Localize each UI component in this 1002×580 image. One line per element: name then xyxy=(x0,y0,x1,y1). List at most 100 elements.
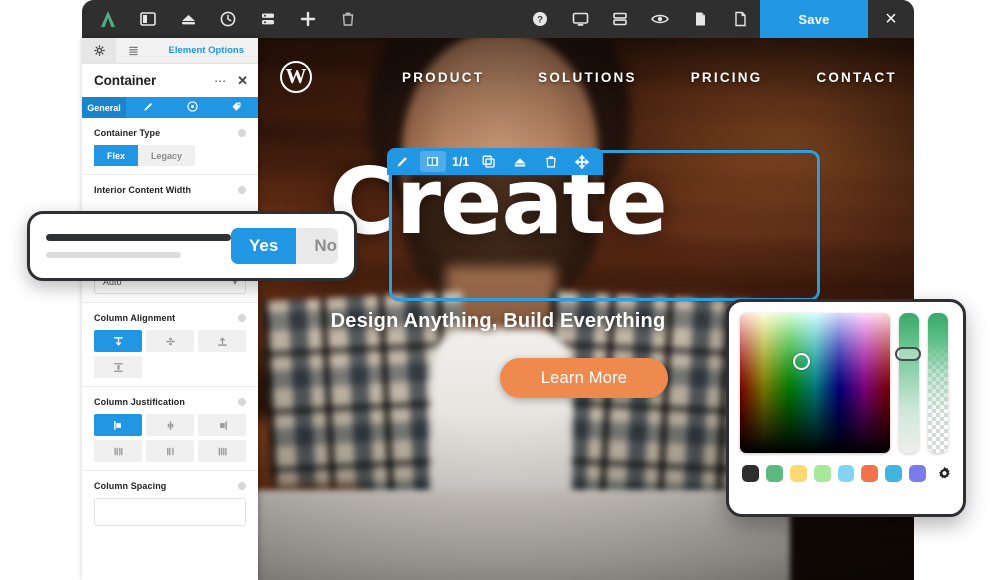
responsive-icon[interactable] xyxy=(560,0,600,38)
color-picker-popup xyxy=(726,299,966,517)
document-icon[interactable] xyxy=(720,0,760,38)
panel-more-icon[interactable]: ⋯ xyxy=(214,75,227,87)
label-column-justification: Column Justification xyxy=(94,397,186,407)
tab-tags[interactable] xyxy=(214,97,258,118)
align-middle-icon[interactable] xyxy=(146,330,194,352)
builder-toolbar: ? Save × xyxy=(82,0,914,38)
align-top-icon[interactable] xyxy=(94,330,142,352)
value-slider[interactable] xyxy=(895,313,921,453)
element-toolbar: 1/1 xyxy=(387,148,603,175)
color-picker-top xyxy=(740,313,952,453)
color-swatches xyxy=(740,465,952,482)
toolbar-left-group xyxy=(82,0,368,38)
element-options-panel: Element Options Container ⋯ ✕ General Co… xyxy=(82,38,258,580)
toggle-yes-button[interactable]: Yes xyxy=(231,228,297,264)
column-spacing-input[interactable] xyxy=(94,498,246,526)
columns-icon[interactable] xyxy=(600,0,640,38)
nav-item-contact[interactable]: CONTACT xyxy=(816,70,896,85)
nav-item-product[interactable]: PRODUCT xyxy=(402,70,484,85)
container-type-flex[interactable]: Flex xyxy=(94,145,139,166)
add-element-icon[interactable] xyxy=(288,0,328,38)
swatch-2[interactable] xyxy=(789,465,807,482)
save-button[interactable]: Save xyxy=(760,0,868,38)
panel-header-actions: ⋯ ✕ xyxy=(214,73,248,89)
swatch-0[interactable] xyxy=(742,465,759,482)
layers-icon[interactable] xyxy=(248,0,288,38)
preview-eye-icon[interactable] xyxy=(640,0,680,38)
swatch-3[interactable] xyxy=(813,465,831,482)
trash-icon[interactable] xyxy=(328,0,368,38)
brand-logo-icon[interactable] xyxy=(88,0,128,38)
panel-header: Container ⋯ ✕ xyxy=(82,64,258,97)
justify-start-icon[interactable] xyxy=(94,414,142,436)
section-container-type: Container Type Flex Legacy xyxy=(82,118,258,175)
column-alignment-buttons xyxy=(94,330,246,378)
nav-item-solutions[interactable]: SOLUTIONS xyxy=(538,70,637,85)
align-stretch-icon[interactable] xyxy=(94,356,142,378)
panel-title: Container xyxy=(94,73,157,88)
alpha-slider[interactable] xyxy=(928,313,948,453)
tab-extras[interactable] xyxy=(170,97,214,118)
screenshot-root: ? Save × W PRODUCT SOLUTIONS PRICING CON… xyxy=(0,0,1002,580)
column-justification-buttons xyxy=(94,414,246,462)
justify-evenly-icon[interactable] xyxy=(198,440,246,462)
magnified-toggle-callout: Yes No xyxy=(27,211,357,281)
page-icon[interactable] xyxy=(680,0,720,38)
justify-center-icon[interactable] xyxy=(146,414,194,436)
swatch-4[interactable] xyxy=(837,465,855,482)
tab-general[interactable]: General xyxy=(82,97,126,118)
swatch-7[interactable] xyxy=(909,465,926,482)
close-icon[interactable]: × xyxy=(868,0,914,38)
callout-placeholder-text xyxy=(46,234,231,258)
label-column-spacing: Column Spacing xyxy=(94,481,167,491)
justify-around-icon[interactable] xyxy=(146,440,194,462)
tag-icon xyxy=(231,99,242,117)
gear-icon[interactable] xyxy=(82,38,116,63)
list-icon[interactable] xyxy=(116,38,150,63)
info-icon[interactable] xyxy=(238,398,246,406)
info-icon[interactable] xyxy=(238,129,246,137)
nav-item-pricing[interactable]: PRICING xyxy=(691,70,763,85)
value-slider-handle[interactable] xyxy=(895,347,921,361)
info-icon[interactable] xyxy=(238,314,246,322)
svg-text:?: ? xyxy=(537,15,543,26)
wordpress-logo-icon[interactable]: W xyxy=(280,61,312,93)
help-icon[interactable]: ? xyxy=(520,0,560,38)
justify-end-icon[interactable] xyxy=(198,414,246,436)
move-icon[interactable] xyxy=(566,148,597,175)
delete-element-icon[interactable] xyxy=(535,148,566,175)
edit-pencil-icon[interactable] xyxy=(387,148,418,175)
align-bottom-icon[interactable] xyxy=(198,330,246,352)
callout-bar-primary xyxy=(46,234,231,241)
save-element-icon[interactable] xyxy=(504,148,535,175)
tab-general-label: General xyxy=(87,102,121,113)
saturation-value-area[interactable] xyxy=(740,313,890,453)
library-icon[interactable] xyxy=(168,0,208,38)
swatch-5[interactable] xyxy=(861,465,879,482)
panel-body: Container Type Flex Legacy Interior Cont… xyxy=(82,118,258,544)
swatch-1[interactable] xyxy=(765,465,783,482)
toolbar-right-group: ? Save × xyxy=(520,0,914,38)
label-column-alignment: Column Alignment xyxy=(94,313,176,323)
element-options-label: Element Options xyxy=(168,45,244,56)
label-interior-content-width: Interior Content Width xyxy=(94,185,192,195)
container-type-segmented: Flex Legacy xyxy=(94,145,246,166)
learn-more-button[interactable]: Learn More xyxy=(500,358,668,398)
container-type-legacy[interactable]: Legacy xyxy=(138,145,196,166)
section-column-spacing: Column Spacing xyxy=(82,471,258,534)
column-layout-icon[interactable] xyxy=(420,151,446,172)
justify-between-icon[interactable] xyxy=(94,440,142,462)
info-icon[interactable] xyxy=(238,186,246,194)
color-settings-gear-icon[interactable] xyxy=(937,466,952,481)
clone-icon[interactable] xyxy=(473,148,504,175)
layout-panel-icon[interactable] xyxy=(128,0,168,38)
panel-close-icon[interactable]: ✕ xyxy=(237,73,248,89)
nav-links: PRODUCT SOLUTIONS PRICING CONTACT xyxy=(402,70,897,85)
swatch-6[interactable] xyxy=(885,465,903,482)
toggle-no-button[interactable]: No xyxy=(296,228,338,264)
callout-bar-secondary xyxy=(46,252,181,258)
color-cursor-icon[interactable] xyxy=(793,353,810,370)
tab-design[interactable] xyxy=(126,97,170,118)
info-icon[interactable] xyxy=(238,482,246,490)
history-icon[interactable] xyxy=(208,0,248,38)
